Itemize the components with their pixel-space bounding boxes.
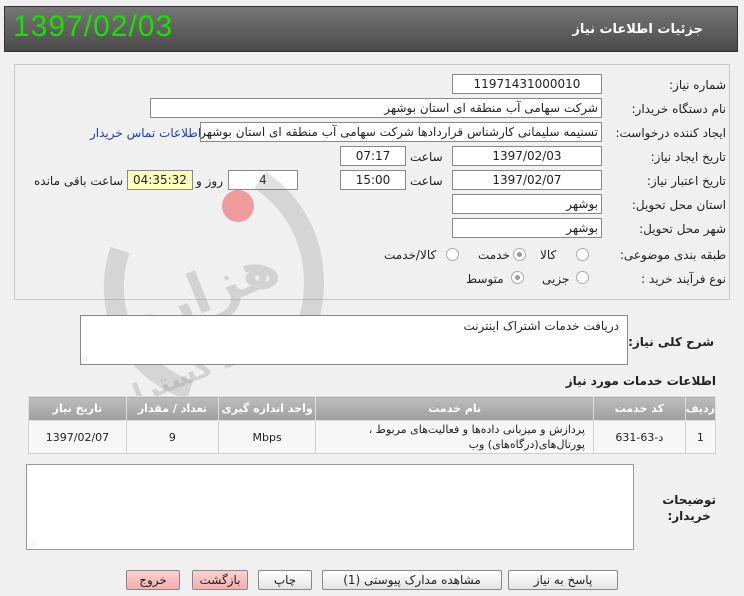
province-label: استان محل تحویل: <box>631 198 726 212</box>
header-date: 1397/02/03 <box>13 10 174 43</box>
city-field[interactable]: بوشهر <box>452 218 602 238</box>
cell-date: 1397/02/07 <box>28 420 127 454</box>
created-date-field[interactable]: 1397/02/03 <box>452 146 602 166</box>
category-label: طبقه بندی موضوعی: <box>619 248 726 262</box>
purchase-minor-label: جزیی <box>542 272 570 286</box>
category-service-label: خدمت <box>478 248 510 262</box>
category-goods-radio[interactable] <box>576 248 589 261</box>
days-label: روز و <box>196 174 223 188</box>
cell-qty: 9 <box>125 420 219 454</box>
reply-button[interactable]: پاسخ به نیاز <box>508 570 618 590</box>
category-service-radio[interactable] <box>513 248 526 261</box>
remaining-days-field[interactable]: 4 <box>228 170 298 190</box>
creator-field[interactable]: تسنیمه سلیمانی کارشناس قراردادها شرکت سه… <box>200 122 602 142</box>
buyer-org-label: نام دستگاه خریدار: <box>631 102 727 116</box>
purchase-medium-label: متوسط <box>466 272 504 286</box>
description-label: شرح کلی نیاز: <box>628 335 714 349</box>
back-button[interactable]: بازگشت <box>192 570 248 590</box>
category-both-radio[interactable] <box>446 248 459 261</box>
purchase-medium-radio[interactable] <box>511 271 524 284</box>
col-row: ردیف <box>684 396 717 421</box>
page-title: جزئیات اطلاعات نیاز <box>572 22 703 37</box>
col-unit: واحد اندازه گیری <box>217 396 317 421</box>
creator-label: ایجاد کننده درخواست: <box>615 126 726 140</box>
buyer-notes-label-line2: خریدار: <box>667 509 711 523</box>
remaining-label: ساعت باقی مانده <box>34 174 124 188</box>
buyer-org-field[interactable]: شرکت سهامی آب منطقه ای استان بوشهر <box>150 98 602 118</box>
exit-button[interactable]: خروج <box>126 570 180 590</box>
col-code: کد خدمت <box>592 396 686 421</box>
category-goods-label: کالا <box>540 248 557 262</box>
description-text: دریافت خدمات اشتراک اینترنت <box>463 319 619 333</box>
resize-grip-icon[interactable]: ∷ <box>30 540 34 548</box>
resize-grip-icon[interactable]: ∷ <box>83 355 87 363</box>
buyer-notes-label: توضیحات خریدار: <box>662 492 716 524</box>
need-number-field[interactable]: 11971431000010 <box>452 74 602 94</box>
category-both-label: کالا/خدمت <box>384 248 437 262</box>
created-time-field[interactable]: 07:17 <box>340 146 406 166</box>
created-time-label: ساعت <box>410 150 443 164</box>
cell-code: د-63-631 <box>592 420 686 454</box>
city-label: شهر محل تحویل: <box>639 222 726 236</box>
province-field[interactable]: بوشهر <box>452 194 602 214</box>
buyer-notes-label-line1: توضیحات <box>662 493 716 507</box>
services-table: ردیف کد خدمت نام خدمت واحد اندازه گیری ت… <box>28 396 717 454</box>
attachments-button[interactable]: مشاهده مدارک پیوستی (1) <box>322 570 502 590</box>
col-name: نام خدمت <box>315 396 594 421</box>
buyer-notes-field[interactable]: ∷ <box>26 464 634 550</box>
cell-unit: Mbps <box>217 420 317 454</box>
print-button[interactable]: چاپ <box>258 570 312 590</box>
col-date: تاریخ نیاز <box>28 396 127 421</box>
buyer-contact-link[interactable]: اطلاعات تماس خریدار <box>90 126 201 140</box>
cell-name: پردازش و میزبانی داده‌ها و فعالیت‌های مر… <box>315 420 594 454</box>
description-field[interactable]: دریافت خدمات اشتراک اینترنت ∷ <box>80 315 628 365</box>
validity-time-label: ساعت <box>410 174 443 188</box>
validity-date-label: تاریخ اعتبار نیاز: <box>646 174 726 188</box>
remaining-time-field[interactable]: 04:35:32 <box>127 170 193 190</box>
created-date-label: تاریخ ایجاد نیاز: <box>650 150 726 164</box>
validity-date-field[interactable]: 1397/02/07 <box>452 170 602 190</box>
services-header-row: ردیف کد خدمت نام خدمت واحد اندازه گیری ت… <box>28 396 717 421</box>
validity-time-field[interactable]: 15:00 <box>340 170 406 190</box>
col-qty: تعداد / مقدار <box>125 396 219 421</box>
page-header: 1397/02/03 جزئیات اطلاعات نیاز <box>4 6 738 52</box>
services-section-title: اطلاعات خدمات مورد نیاز <box>565 374 716 388</box>
purchase-minor-radio[interactable] <box>576 271 589 284</box>
cell-row: 1 <box>684 420 717 454</box>
need-number-label: شماره نیاز: <box>669 78 726 92</box>
table-row[interactable]: 1 د-63-631 پردازش و میزبانی داده‌ها و فع… <box>28 420 717 454</box>
purchase-type-label: نوع فرآیند خرید : <box>641 272 726 286</box>
